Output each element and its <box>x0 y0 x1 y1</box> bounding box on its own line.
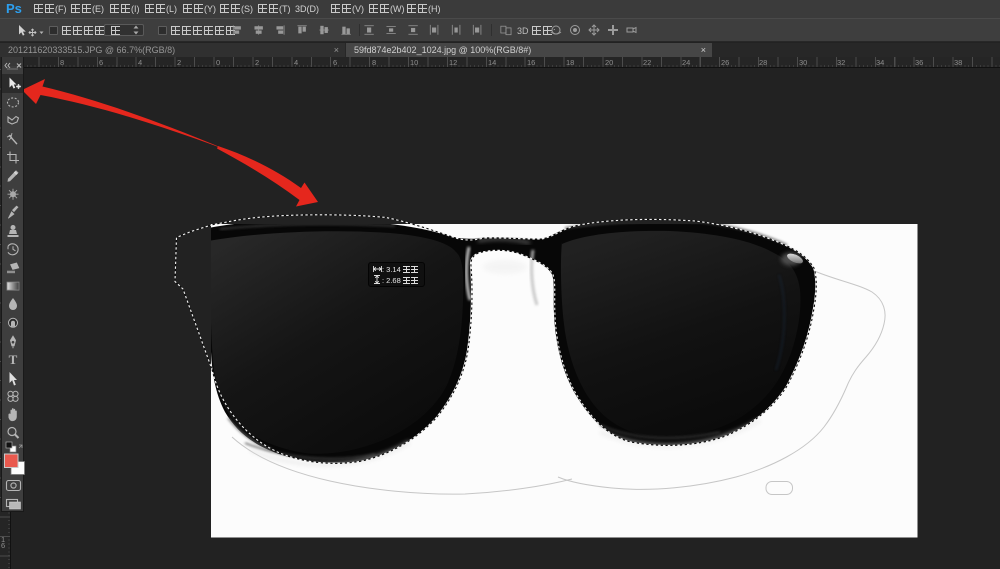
svg-text:T: T <box>9 352 18 367</box>
